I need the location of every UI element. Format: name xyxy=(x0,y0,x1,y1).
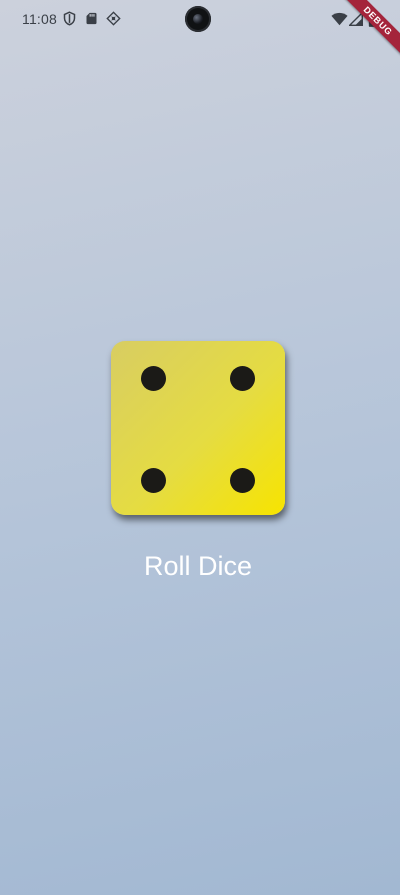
front-camera xyxy=(185,6,211,32)
dice-pip-top-right xyxy=(230,366,255,391)
debug-banner: DEBUG xyxy=(340,0,400,60)
dice-pip-bottom-right xyxy=(230,468,255,493)
roll-dice-button[interactable]: Roll Dice xyxy=(120,544,276,588)
camera-lens xyxy=(193,14,203,24)
dice-pip-top-left xyxy=(141,366,166,391)
status-time: 11:08 xyxy=(22,11,57,27)
shield-icon xyxy=(62,11,77,26)
vpn-key-icon xyxy=(106,11,121,26)
dice-pip-bottom-left xyxy=(141,468,166,493)
sd-card-icon xyxy=(84,11,99,26)
dice-face-four[interactable] xyxy=(111,341,285,515)
debug-ribbon-label: DEBUG xyxy=(341,0,400,58)
